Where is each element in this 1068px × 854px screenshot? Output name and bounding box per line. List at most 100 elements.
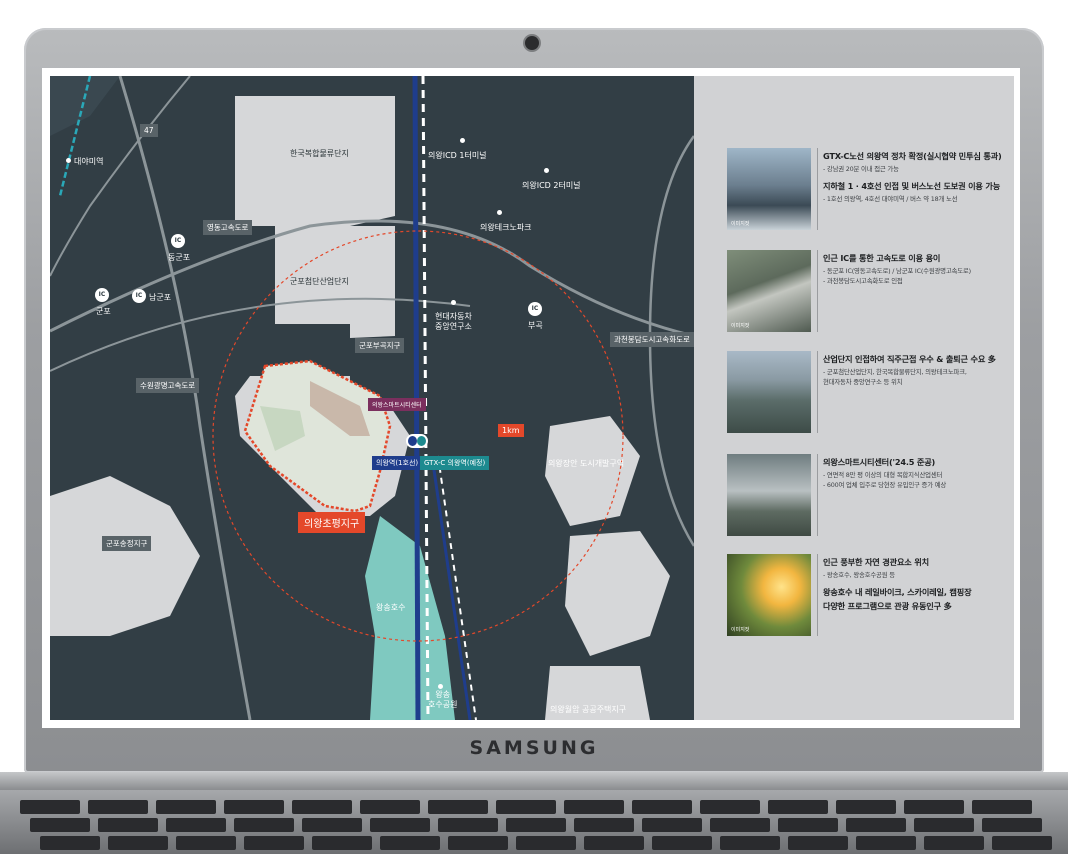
ic-icon: IC xyxy=(171,234,185,248)
label-daeyami-station: 대야미역 xyxy=(74,157,104,166)
feature-detail: 현대자동차 중앙연구소 등 위치 xyxy=(823,378,903,386)
keyboard-key xyxy=(516,836,576,850)
label-namgunpo: 남군포 xyxy=(149,293,172,302)
divider xyxy=(817,351,818,433)
feature-detail: - 600여 업체 입주로 당현장 유입인구 증가 예상 xyxy=(823,481,947,489)
panel-item: 이미지컷 인근 풍부한 자연 경관요소 위치 - 왕송호수, 왕송호수공원 등 왕송호… xyxy=(727,554,1007,636)
label-suwon-gwangmyeong-expwy: 수원광명고속도로 xyxy=(136,378,200,393)
info-panel: 이미지컷 GTX-C노선 의왕역 정차 확정(실시협약 민투심 통과) - 강남권 … xyxy=(694,76,1014,720)
location-map: 한국복합물류단지 군포첨단산업단지 의왕ICD 1터미널 의왕ICD 2터미널 … xyxy=(50,76,694,720)
station-dot xyxy=(66,158,71,163)
thumbnail-image xyxy=(727,454,811,536)
label-gunpo: 군포 xyxy=(96,307,111,316)
keyboard-key xyxy=(428,800,488,814)
feature-heading: 인근 풍부한 자연 경관요소 위치 xyxy=(823,557,929,567)
keyboard-key xyxy=(768,800,828,814)
station-marker-icon xyxy=(406,434,428,448)
label-uiwang-icd1: 의왕ICD 1터미널 xyxy=(428,151,487,160)
thumbnail-image: 이미지컷 xyxy=(727,148,811,230)
label-yeongdong-expwy: 영동고속도로 xyxy=(203,220,253,235)
keyboard-key xyxy=(496,800,556,814)
feature-detail: - 군포첨단산업단지, 한국복합물류단지, 의왕테크노파크, xyxy=(823,368,967,376)
keyboard-key xyxy=(438,818,498,832)
keyboard-key xyxy=(904,800,964,814)
label-gtx-station: GTX-C 의왕역(예정) xyxy=(420,456,490,470)
keyboard-key xyxy=(846,818,906,832)
feature-detail: - 왕송호수, 왕송호수공원 등 xyxy=(823,571,895,579)
keyboard-key xyxy=(370,818,430,832)
label-hanguk-logistics: 한국복합물류단지 xyxy=(290,149,349,158)
thumbnail-image: 이미지컷 xyxy=(727,250,811,332)
keyboard-key xyxy=(788,836,848,850)
feature-detail: - 동군포 IC(영동고속도로) / 남군포 IC(수원광명고속도로) xyxy=(823,267,971,275)
laptop-hinge xyxy=(0,772,1068,790)
label-gwacheon-bongdam: 과천봉담도시고속화도로 xyxy=(610,332,694,347)
keyboard-key xyxy=(564,800,624,814)
keyboard-key xyxy=(972,800,1032,814)
keyboard-key xyxy=(292,800,352,814)
keyboard-key xyxy=(836,800,896,814)
feature-heading: 인근 IC를 통한 고속도로 이용 용이 xyxy=(823,253,941,263)
panel-item-text: 산업단지 인접하여 직주근접 우수 & 출퇴근 수요 多 - 군포첨단산업단지, … xyxy=(823,353,1014,387)
label-gunpo-industrial: 군포첨단산업단지 xyxy=(290,277,349,286)
label-bugok: 부곡 xyxy=(528,321,543,330)
label-uiwang-worram: 의왕월암 공공주택지구 xyxy=(550,705,627,714)
feature-detail: - 과천봉담도시고속화도로 인접 xyxy=(823,277,903,285)
label-1km: 1km xyxy=(498,424,524,437)
keyboard-key xyxy=(710,818,770,832)
keyboard-key xyxy=(234,818,294,832)
divider xyxy=(817,250,818,332)
poi-dot xyxy=(544,168,549,173)
brand-logo: SAMSUNG xyxy=(469,737,599,759)
label-uiwang-jangan: 의왕장안 도시개발구역 xyxy=(548,459,625,468)
keyboard-key xyxy=(98,818,158,832)
label-wangsong-park: 왕송 호수공원 xyxy=(428,690,458,709)
keyboard-key xyxy=(506,818,566,832)
poi-dot xyxy=(438,684,443,689)
panel-item: 의왕스마트시티센터('24.5 준공) - 연면적 8만 평 이상의 대형 복합지… xyxy=(727,454,1007,536)
feature-heading: GTX-C노선 의왕역 정차 확정(실시협약 민투심 통과) xyxy=(823,151,1002,161)
thumbnail-caption: 이미지컷 xyxy=(731,221,750,227)
keyboard-key xyxy=(244,836,304,850)
keyboard-key xyxy=(642,818,702,832)
panel-item-text: GTX-C노선 의왕역 정차 확정(실시협약 민투심 통과) - 강남권 20분 … xyxy=(823,150,1014,204)
panel-item: 이미지컷 인근 IC를 통한 고속도로 이용 용이 - 동군포 IC(영동고속도로)… xyxy=(727,250,1007,332)
label-gunpo-bugok: 군포부곡지구 xyxy=(355,338,405,353)
label-route-47: 47 xyxy=(140,124,158,137)
divider xyxy=(817,554,818,636)
thumbnail-image: 이미지컷 xyxy=(727,554,811,636)
feature-detail: - 1호선 의왕역, 4호선 대야미역 / 버스 약 18개 노선 xyxy=(823,195,958,203)
keyboard-key xyxy=(88,800,148,814)
poi-dot xyxy=(460,138,465,143)
keyboard-key xyxy=(302,818,362,832)
keyboard-key xyxy=(584,836,644,850)
keyboard-key xyxy=(360,800,420,814)
keyboard-key xyxy=(632,800,692,814)
keyboard-key xyxy=(720,836,780,850)
keyboard-key xyxy=(380,836,440,850)
keyboard-key xyxy=(108,836,168,850)
webcam-icon xyxy=(525,36,539,50)
feature-heading: 다양한 프로그램으로 관광 유동인구 多 xyxy=(823,601,952,611)
keyboard-key xyxy=(448,836,508,850)
panel-item-text: 인근 풍부한 자연 경관요소 위치 - 왕송호수, 왕송호수공원 등 왕송호수 내 … xyxy=(823,556,1014,614)
thumbnail-caption: 이미지컷 xyxy=(731,627,750,633)
label-gunpo-songjeong: 군포송정지구 xyxy=(102,536,152,551)
keyboard-key xyxy=(856,836,916,850)
keyboard-key xyxy=(992,836,1052,850)
keyboard-key xyxy=(20,800,80,814)
laptop: 한국복합물류단지 군포첨단산업단지 의왕ICD 1터미널 의왕ICD 2터미널 … xyxy=(0,0,1068,854)
keyboard-key xyxy=(312,836,372,850)
ic-icon: IC xyxy=(95,288,109,302)
keyboard-key xyxy=(156,800,216,814)
keyboard-key xyxy=(652,836,712,850)
ic-icon: IC xyxy=(528,302,542,316)
panel-item: 이미지컷 GTX-C노선 의왕역 정차 확정(실시협약 민투심 통과) - 강남권 … xyxy=(727,148,1007,230)
poi-dot xyxy=(451,300,456,305)
label-dongunpo: 동군포 xyxy=(168,253,191,262)
thumbnail-image xyxy=(727,351,811,433)
feature-detail: - 연면적 8만 평 이상의 대형 복합지식산업센터 xyxy=(823,471,943,479)
label-uiwang-icd2: 의왕ICD 2터미널 xyxy=(522,181,581,190)
divider xyxy=(817,148,818,230)
divider xyxy=(817,454,818,536)
